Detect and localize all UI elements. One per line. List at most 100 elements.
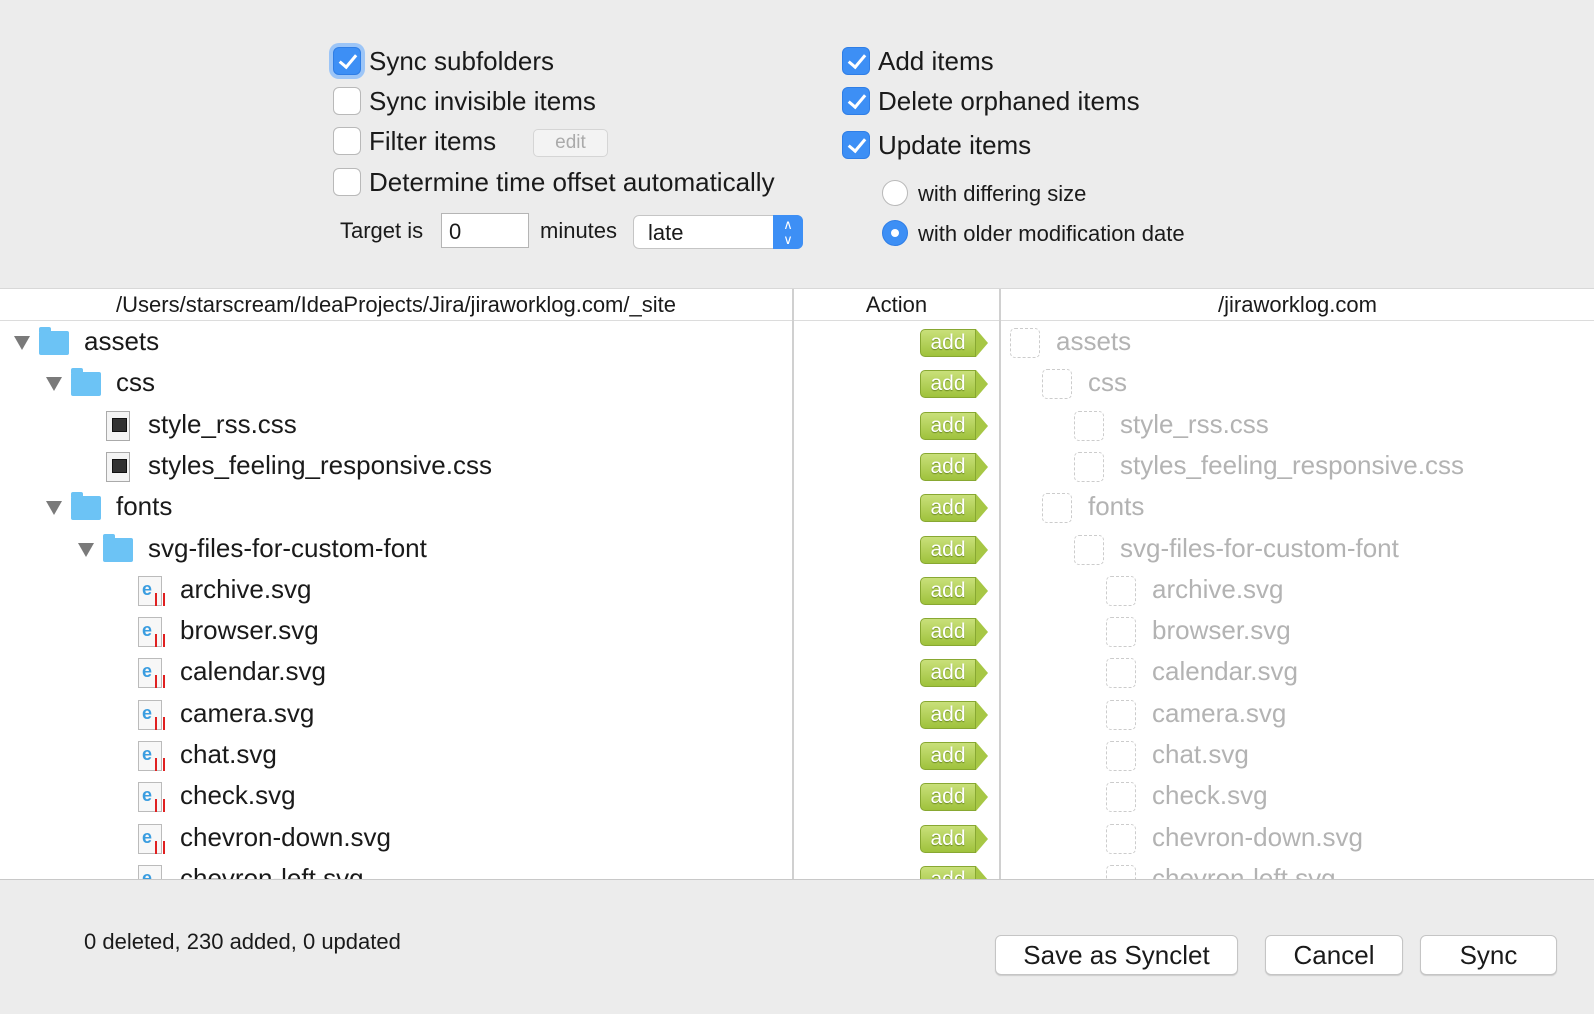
add-action-badge[interactable]: add <box>920 370 988 399</box>
filter-items-label[interactable]: Filter items <box>369 126 496 157</box>
older-date-label[interactable]: with older modification date <box>918 221 1185 247</box>
target-item-name: css <box>1088 367 1127 398</box>
time-offset-label[interactable]: Determine time offset automatically <box>369 167 775 198</box>
source-column-header[interactable]: /Users/starscream/IdeaProjects/Jira/jira… <box>0 289 792 321</box>
svg-file-icon <box>138 658 165 689</box>
folder-icon <box>71 492 101 521</box>
add-action-badge[interactable]: add <box>920 494 988 523</box>
add-action-badge[interactable]: add <box>920 783 988 812</box>
differing-size-radio[interactable] <box>882 180 908 206</box>
list-row[interactable]: chevron-down.svg add chevron-down.svg <box>0 818 1594 859</box>
placeholder-item-icon <box>1042 493 1072 524</box>
sync-invisible-label[interactable]: Sync invisible items <box>369 86 596 117</box>
placeholder-item-icon <box>1106 658 1136 689</box>
source-item-name: camera.svg <box>180 697 315 728</box>
late-select-value: late <box>648 220 684 245</box>
target-is-label: Target is <box>340 218 424 243</box>
minutes-input[interactable]: 0 <box>441 213 529 248</box>
list-row[interactable]: chevron-left.svg add chevron-left.svg <box>0 859 1594 880</box>
source-item-name: css <box>116 367 155 398</box>
source-item-name: fonts <box>116 491 173 522</box>
target-item-name: svg-files-for-custom-font <box>1120 532 1399 563</box>
late-select[interactable]: late ∧ ∨ <box>633 215 803 249</box>
list-row[interactable]: archive.svg add archive.svg <box>0 570 1594 611</box>
add-action-badge[interactable]: add <box>920 576 988 605</box>
list-row[interactable]: check.svg add check.svg <box>0 776 1594 817</box>
differing-size-label[interactable]: with differing size <box>918 181 1086 207</box>
older-date-radio[interactable] <box>882 220 908 246</box>
list-row[interactable]: style_rss.css add style_rss.css <box>0 405 1594 446</box>
disclosure-triangle-icon[interactable] <box>78 542 94 557</box>
sync-subfolders-label[interactable]: Sync subfolders <box>369 46 554 77</box>
list-row[interactable]: chat.svg add chat.svg <box>0 735 1594 776</box>
css-file-icon <box>106 451 130 482</box>
add-action-badge[interactable]: add <box>920 618 988 647</box>
source-item-name: browser.svg <box>180 615 319 646</box>
source-item-name: svg-files-for-custom-font <box>148 532 427 563</box>
target-item-name: chat.svg <box>1152 739 1249 769</box>
cancel-button[interactable]: Cancel <box>1265 935 1403 975</box>
source-item-name: check.svg <box>180 780 296 811</box>
stepper-chevrons-icon: ∧ ∨ <box>773 215 803 249</box>
target-item-name: chevron-down.svg <box>1152 821 1363 852</box>
folder-icon <box>39 327 69 355</box>
time-offset-checkbox[interactable] <box>333 168 361 196</box>
update-items-checkbox[interactable] <box>842 131 870 159</box>
source-item-name: chevron-left.svg <box>180 862 364 880</box>
folder-icon <box>71 368 101 397</box>
disclosure-triangle-icon[interactable] <box>46 501 62 516</box>
add-action-badge[interactable]: add <box>920 535 988 564</box>
add-action-badge[interactable]: add <box>920 452 988 481</box>
target-item-name: chevron-left.svg <box>1152 862 1336 880</box>
placeholder-item-icon <box>1106 617 1136 648</box>
source-item-name: archive.svg <box>180 573 312 604</box>
add-action-badge[interactable]: add <box>920 659 988 688</box>
source-item-name: styles_feeling_responsive.css <box>148 449 492 480</box>
delete-orphaned-label[interactable]: Delete orphaned items <box>878 86 1140 117</box>
add-action-badge[interactable]: add <box>920 824 988 853</box>
placeholder-item-icon <box>1074 534 1104 565</box>
target-column-header[interactable]: /jiraworklog.com <box>1001 289 1594 321</box>
add-items-label[interactable]: Add items <box>878 46 994 77</box>
add-action-badge[interactable]: add <box>920 742 988 770</box>
update-items-label[interactable]: Update items <box>878 130 1031 161</box>
svg-file-icon <box>138 741 165 771</box>
list-row[interactable]: calendar.svg add calendar.svg <box>0 652 1594 693</box>
placeholder-item-icon <box>1106 699 1136 730</box>
svg-file-icon <box>138 575 165 606</box>
sync-invisible-checkbox[interactable] <box>333 87 361 115</box>
add-action-badge[interactable]: add <box>920 700 988 729</box>
target-item-name: check.svg <box>1152 780 1268 811</box>
sync-button[interactable]: Sync <box>1420 935 1557 975</box>
filter-edit-button[interactable]: edit <box>533 129 608 157</box>
target-item-name: calendar.svg <box>1152 656 1298 687</box>
placeholder-item-icon <box>1106 575 1136 606</box>
list-row[interactable]: styles_feeling_responsive.css add styles_f… <box>0 446 1594 487</box>
add-action-badge[interactable]: add <box>920 865 988 879</box>
list-row[interactable]: browser.svg add browser.svg <box>0 611 1594 652</box>
folder-icon <box>103 533 133 562</box>
sync-summary-status: 0 deleted, 230 added, 0 updated <box>84 929 401 954</box>
placeholder-item-icon <box>1074 451 1104 482</box>
source-item-name: style_rss.css <box>148 408 297 439</box>
list-row[interactable]: assets add assets <box>0 322 1594 363</box>
source-item-name: chat.svg <box>180 739 277 769</box>
placeholder-item-icon <box>1010 328 1040 358</box>
list-row[interactable]: css add css <box>0 363 1594 404</box>
add-action-badge[interactable]: add <box>920 329 988 357</box>
target-item-name: styles_feeling_responsive.css <box>1120 449 1464 480</box>
add-action-badge[interactable]: add <box>920 411 988 440</box>
delete-orphaned-checkbox[interactable] <box>842 87 870 115</box>
list-row[interactable]: svg-files-for-custom-font add svg-files-fo… <box>0 529 1594 570</box>
sync-subfolders-checkbox[interactable] <box>333 47 361 75</box>
disclosure-triangle-icon[interactable] <box>14 336 30 350</box>
save-as-synclet-button[interactable]: Save as Synclet <box>995 935 1238 975</box>
action-column-header[interactable]: Action <box>794 289 999 321</box>
add-items-checkbox[interactable] <box>842 47 870 75</box>
svg-file-icon <box>138 864 162 879</box>
disclosure-triangle-icon[interactable] <box>46 377 62 392</box>
list-row[interactable]: camera.svg add camera.svg <box>0 694 1594 735</box>
list-row[interactable]: fonts add fonts <box>0 487 1594 528</box>
filter-items-checkbox[interactable] <box>333 127 361 155</box>
sync-item-list[interactable]: /Users/starscream/IdeaProjects/Jira/jira… <box>0 288 1594 880</box>
